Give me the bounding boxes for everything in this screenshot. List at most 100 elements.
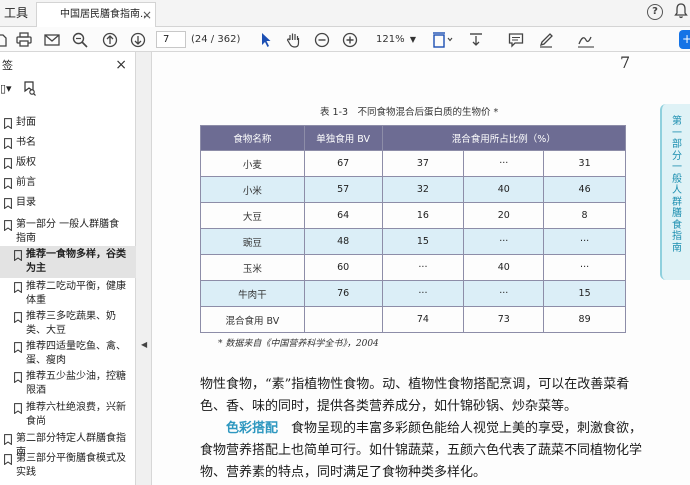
print-icon[interactable]: [14, 31, 34, 48]
table-row: 牛肉干 76 ··· ··· 15: [200, 280, 626, 307]
table-row: 混合食用 BV 74 73 89: [200, 306, 626, 333]
bookmark-icon: [4, 118, 12, 129]
bookmarks-header: 签 ×: [0, 52, 135, 79]
chevron-down-icon: ▼: [409, 35, 416, 44]
bookmark-icon: [14, 403, 22, 414]
bookmark-label: 推荐六杜绝浪费，兴新食尚: [26, 402, 126, 427]
bookmark-label: 版权: [16, 157, 36, 168]
bell-icon[interactable]: [674, 3, 688, 23]
close-panel-icon[interactable]: ×: [115, 52, 127, 79]
table-cell: 小米: [200, 176, 305, 203]
table-cell: 57: [303, 176, 383, 203]
search-icon[interactable]: [70, 31, 90, 48]
table-cell: 小麦: [200, 150, 305, 177]
scroll-mode-icon[interactable]: [466, 31, 486, 48]
table-cell: 60: [303, 254, 383, 281]
help-icon[interactable]: ?: [647, 4, 663, 20]
bookmark-item[interactable]: 第三部分平衡膳食模式及实践: [0, 452, 136, 482]
page-layout-icon[interactable]: [430, 31, 456, 48]
bookmark-item[interactable]: 前言: [0, 176, 136, 192]
bookmark-label: 推荐五少盐少油，控糖限酒: [26, 371, 126, 396]
bookmark-item[interactable]: 第一部分 一般人群膳食指南: [0, 218, 136, 244]
bookmark-item-selected[interactable]: 推荐一食物多样，谷类为主: [0, 246, 136, 278]
bookmark-item[interactable]: 第二部分特定人群膳食指南: [0, 432, 136, 458]
bookmark-icon: [14, 282, 22, 293]
bookmark-icon: [4, 178, 12, 189]
bookmark-icon: [4, 220, 12, 231]
bookmark-label: 第三部分平衡膳食模式及实践: [16, 453, 126, 478]
section-side-tab: 第一部分 一般人群膳食指南: [660, 104, 690, 280]
table-cell: 40: [463, 176, 545, 203]
bookmark-icon: [4, 158, 12, 169]
zoom-level-dropdown[interactable]: 121% ▼: [370, 31, 418, 48]
panel-splitter[interactable]: ◀: [136, 52, 152, 485]
body-paragraph: 物性食物，“素”指植物性食物。动、植物性食物搭配烹调，可以在改善菜肴色、香、味的…: [200, 377, 630, 414]
table-cell: ···: [463, 150, 545, 177]
table-title: 表 1-3 不同食物混合后蛋白质的生物价 *: [320, 107, 499, 118]
bookmark-item[interactable]: 目录: [0, 196, 136, 212]
document-tab-title: 中国居民膳食指南...: [60, 9, 150, 20]
table-cell: ···: [543, 254, 626, 281]
document-tab[interactable]: 中国居民膳食指南... ×: [36, 2, 156, 27]
table-cell: 15: [543, 280, 626, 307]
table-cell: 31: [543, 150, 626, 177]
sign-icon[interactable]: [576, 31, 596, 48]
table-cell: 67: [303, 150, 383, 177]
close-tab-icon[interactable]: ×: [142, 3, 152, 27]
table-cell: 73: [463, 306, 545, 333]
find-bookmark-icon[interactable]: [24, 81, 36, 100]
save-icon[interactable]: [0, 31, 8, 48]
options-menu-icon[interactable]: ▯▾: [0, 82, 12, 95]
bookmark-item[interactable]: 推荐三多吃蔬果、奶类、大豆: [0, 310, 136, 338]
table-cell: 大豆: [200, 202, 305, 229]
comment-icon[interactable]: [506, 31, 526, 48]
hand-tool-icon[interactable]: [284, 31, 304, 48]
bookmark-icon: [14, 312, 22, 323]
bookmark-label: 推荐四适量吃鱼、禽、蛋、瘦肉: [26, 341, 126, 366]
collapse-arrow-icon[interactable]: ◀: [141, 340, 147, 349]
previous-page-icon[interactable]: [100, 31, 120, 48]
bookmark-label: 书名: [16, 137, 36, 148]
table-cell: [303, 306, 383, 333]
share-button[interactable]: +: [679, 30, 690, 49]
table-cell: ···: [463, 228, 545, 255]
bookmarks-tools: ▯▾: [0, 79, 135, 101]
table-cell: 40: [463, 254, 545, 281]
next-page-icon[interactable]: [128, 31, 148, 48]
table-cell: 20: [463, 202, 545, 229]
table-cell: 76: [303, 280, 383, 307]
document-page: 7 第一部分 一般人群膳食指南 表 1-3 不同食物混合后蛋白质的生物价 * 食…: [152, 52, 690, 485]
table-cell: 混合食用 BV: [200, 306, 305, 333]
header-mixed-ratio: 混合食用所占比例（%）: [381, 125, 627, 151]
bookmark-item[interactable]: 封面: [0, 116, 136, 132]
bookmark-item[interactable]: 推荐四适量吃鱼、禽、蛋、瘦肉: [0, 340, 136, 368]
zoom-out-icon[interactable]: [312, 31, 332, 48]
table-cell: 8: [543, 202, 626, 229]
highlight-pen-icon[interactable]: [536, 31, 556, 48]
email-icon[interactable]: [42, 31, 62, 48]
table-cell: 16: [381, 202, 465, 229]
bookmark-item[interactable]: 版权: [0, 156, 136, 172]
select-cursor-icon[interactable]: [256, 31, 276, 48]
table-row: 玉米 60 ··· 40 ···: [200, 254, 626, 281]
table-row: 小米 57 32 40 46: [200, 176, 626, 203]
bookmark-item[interactable]: 推荐二吃动平衡，健康体重: [0, 280, 136, 308]
page-number-input[interactable]: 7: [156, 31, 186, 48]
bookmark-item[interactable]: 书名: [0, 136, 136, 152]
bookmark-item[interactable]: 推荐五少盐少油，控糖限酒: [0, 370, 136, 398]
table-cell: 豌豆: [200, 228, 305, 255]
bookmark-label: 第一部分 一般人群膳食指南: [16, 219, 120, 244]
header-food-name: 食物名称: [200, 125, 305, 151]
table-cell: 玉米: [200, 254, 305, 281]
tools-menu[interactable]: 工具: [0, 0, 36, 26]
bookmark-icon: [4, 434, 12, 445]
body-paragraph: 色彩搭配 食物呈现的丰富多彩颜色能给人视觉上美的享受，刺激食欲，食物营养搭配上也…: [200, 418, 646, 484]
table-cell: 48: [303, 228, 383, 255]
table-cell: 46: [543, 176, 626, 203]
bookmark-label: 目录: [16, 197, 36, 208]
bookmark-item[interactable]: 推荐六杜绝浪费，兴新食尚: [0, 401, 136, 429]
bookmarks-panel: 签 × ▯▾ 封面 书名 版权 前言 目录 第一部分 一般人群膳食指南 推荐一食…: [0, 52, 136, 485]
table-cell: ···: [381, 280, 465, 307]
zoom-in-icon[interactable]: [340, 31, 360, 48]
printed-page-number: 7: [620, 53, 631, 72]
